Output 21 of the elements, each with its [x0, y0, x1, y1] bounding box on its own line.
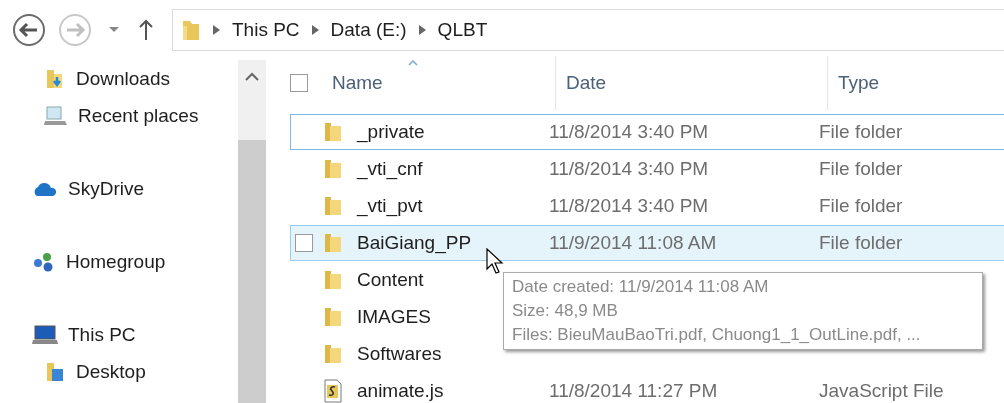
- file-name: _vti_pvt: [357, 195, 423, 216]
- file-type: File folder: [819, 121, 903, 142]
- file-name: _private: [357, 121, 425, 142]
- file-type: JavaScript File: [819, 380, 944, 401]
- date-modified: 11/8/2014 11:27 PM: [549, 380, 718, 401]
- file-type: File folder: [819, 195, 903, 216]
- file-type: File folder: [819, 158, 903, 179]
- tooltip-text: Files: BieuMauBaoTri.pdf, Chuong1_1_OutLine.pdf, ...: [512, 325, 922, 345]
- file-name: IMAGES: [357, 306, 431, 327]
- file-name: Softwares: [357, 343, 442, 364]
- date-modified: 11/8/2014 3:40 PM: [549, 121, 709, 142]
- tooltip-text: Date created: 11/9/2014 11:08 AM: [512, 277, 770, 297]
- file-type: File folder: [819, 232, 903, 253]
- file-name: Content: [357, 269, 424, 290]
- date-modified: 11/9/2014 11:08 AM: [549, 232, 717, 253]
- date-modified: 11/8/2014 3:40 PM: [549, 158, 709, 179]
- file-name: animate.js: [357, 380, 444, 401]
- file-name: _vti_cnf: [357, 158, 423, 179]
- file-name: BaiGiang_PP: [357, 232, 472, 253]
- date-modified: 11/8/2014 3:40 PM: [549, 195, 709, 216]
- tooltip-text: Size: 48,9 MB: [512, 301, 619, 321]
